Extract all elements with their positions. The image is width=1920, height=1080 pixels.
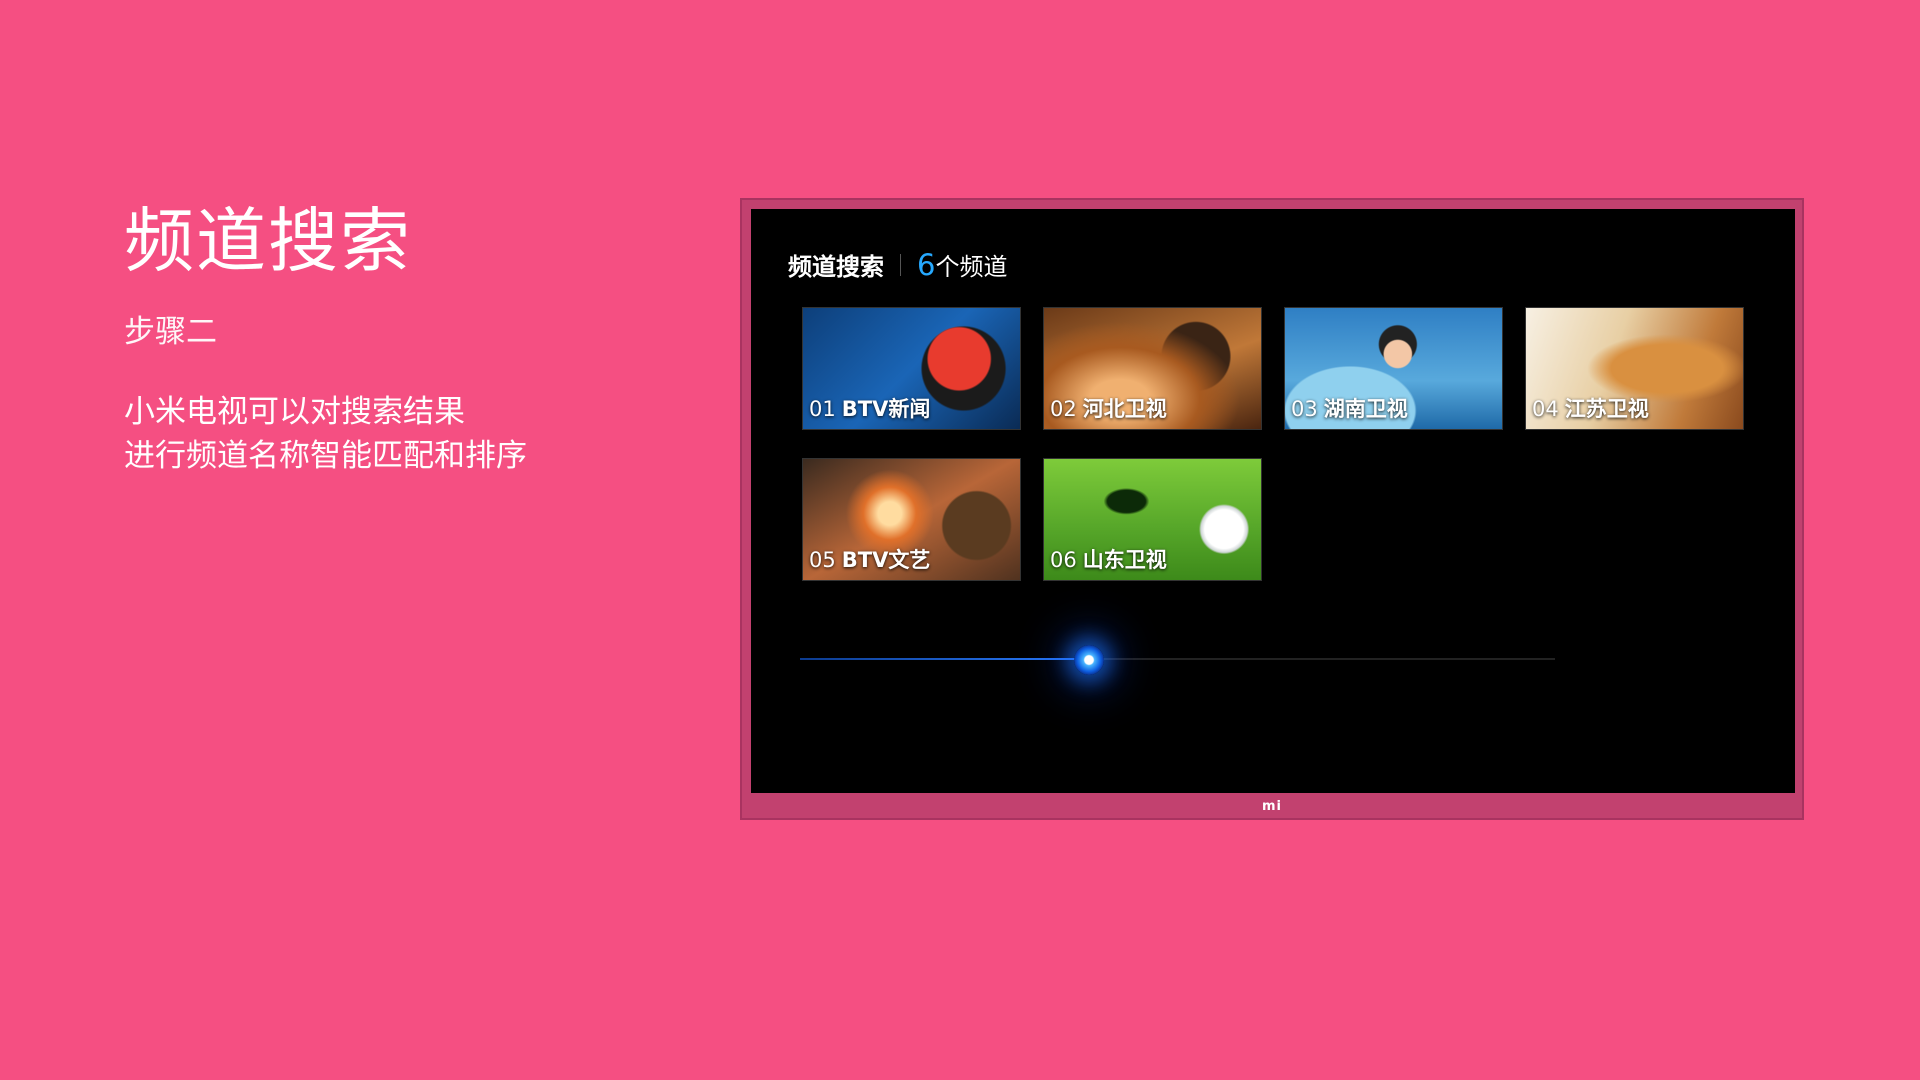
voice-orb-icon bbox=[1074, 645, 1104, 675]
channel-name: 山东卫视 bbox=[1082, 548, 1167, 572]
header-divider bbox=[900, 253, 901, 276]
channel-name: BTV新闻 bbox=[841, 397, 931, 421]
search-title: 频道搜索 bbox=[788, 253, 884, 281]
channel-label: 04 江苏卫视 bbox=[1532, 393, 1649, 423]
channel-number: 04 bbox=[1532, 397, 1559, 421]
channel-name: BTV文艺 bbox=[841, 548, 931, 572]
channel-label: 03 湖南卫视 bbox=[1291, 393, 1408, 423]
channel-card-02[interactable]: 02 河北卫视 bbox=[1043, 307, 1262, 430]
voice-input-track bbox=[800, 658, 1555, 660]
channel-number: 05 bbox=[809, 548, 836, 572]
channel-name: 江苏卫视 bbox=[1564, 397, 1649, 421]
channel-card-03[interactable]: 03 湖南卫视 bbox=[1284, 307, 1503, 430]
description-line-1: 小米电视可以对搜索结果 bbox=[124, 394, 465, 430]
tv-frame: 频道搜索 6 个频道 01 BTV新闻 02 河北卫视 03 湖南卫视 04 江… bbox=[740, 198, 1804, 820]
step-label: 步骤二 bbox=[124, 314, 217, 350]
channel-name: 湖南卫视 bbox=[1323, 397, 1408, 421]
channel-number: 03 bbox=[1291, 397, 1318, 421]
channel-number: 02 bbox=[1050, 397, 1077, 421]
slide-headline: 频道搜索 bbox=[124, 200, 412, 282]
channel-label: 01 BTV新闻 bbox=[809, 393, 930, 423]
mi-logo: mi bbox=[1261, 799, 1282, 814]
channel-number: 01 bbox=[809, 397, 836, 421]
slide-copy: 频道搜索 步骤二 小米电视可以对搜索结果 进行频道名称智能匹配和排序 bbox=[124, 196, 527, 478]
result-count-label: 个频道 bbox=[935, 253, 1008, 281]
voice-input-progress bbox=[800, 658, 1089, 660]
channel-label: 02 河北卫视 bbox=[1050, 393, 1167, 423]
channel-label: 05 BTV文艺 bbox=[809, 544, 930, 574]
slide-description: 小米电视可以对搜索结果 进行频道名称智能匹配和排序 bbox=[124, 390, 527, 478]
channel-card-06[interactable]: 06 山东卫视 bbox=[1043, 458, 1262, 581]
channel-grid: 01 BTV新闻 02 河北卫视 03 湖南卫视 04 江苏卫视 05 BTV文… bbox=[802, 307, 1744, 581]
channel-card-05[interactable]: 05 BTV文艺 bbox=[802, 458, 1021, 581]
channel-name: 河北卫视 bbox=[1082, 397, 1167, 421]
description-line-2: 进行频道名称智能匹配和排序 bbox=[124, 438, 527, 474]
tv-screen: 频道搜索 6 个频道 01 BTV新闻 02 河北卫视 03 湖南卫视 04 江… bbox=[751, 209, 1795, 793]
result-count-number: 6 bbox=[917, 247, 936, 282]
channel-number: 06 bbox=[1050, 548, 1077, 572]
search-header: 频道搜索 6 个频道 bbox=[788, 247, 1007, 282]
channel-label: 06 山东卫视 bbox=[1050, 544, 1167, 574]
channel-card-04[interactable]: 04 江苏卫视 bbox=[1525, 307, 1744, 430]
channel-card-01[interactable]: 01 BTV新闻 bbox=[802, 307, 1021, 430]
